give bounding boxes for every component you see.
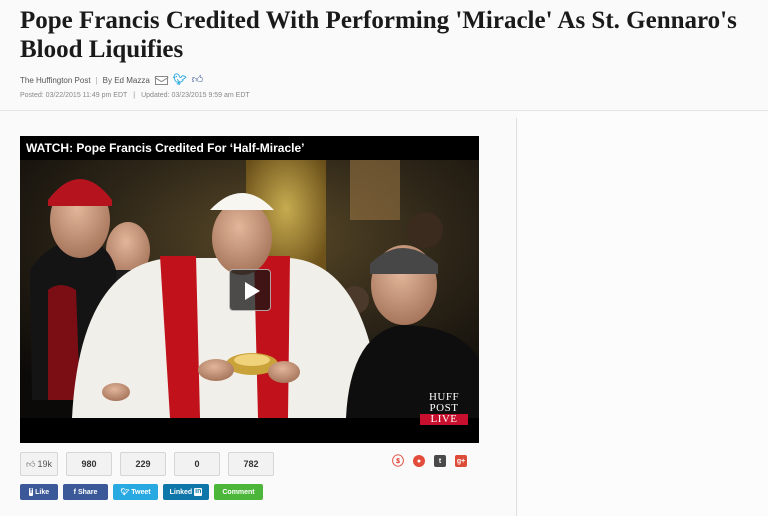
twitter-icon[interactable]: 🐦︎: [173, 74, 187, 86]
source-link[interactable]: The Huffington Post: [20, 76, 91, 85]
dates-separator: |: [133, 92, 136, 99]
share-buttons: f Like f Share 🐦︎ Tweet Linked in Commen…: [20, 484, 263, 500]
logo-line-3: LIVE: [420, 414, 468, 425]
linkedin-count: 0: [174, 452, 220, 476]
facebook-like-button[interactable]: f Like: [20, 484, 58, 500]
linkedin-share-button[interactable]: Linked in: [163, 484, 209, 500]
comment-count: 782: [228, 452, 274, 476]
twitter-bird-icon: 🐦︎: [120, 489, 130, 496]
social-icons: ⓢ ● t g+: [392, 455, 467, 467]
thumbs-up-icon: 👍︎: [26, 458, 36, 469]
email-icon[interactable]: [154, 75, 168, 85]
share-counts: 👍︎ 19k 980 229 0 782: [20, 452, 274, 476]
facebook-icon: f: [28, 488, 34, 496]
updated-date: Updated: 03/23/2015 9:59 am EDT: [141, 92, 250, 99]
header-divider: [0, 110, 768, 111]
article-dates: Posted: 03/22/2015 11:49 pm EDT | Update…: [20, 92, 250, 99]
facebook-like-count-value: 19k: [37, 459, 52, 469]
author-link[interactable]: By Ed Mazza: [103, 76, 150, 85]
comment-label: Comment: [222, 488, 255, 496]
column-divider: [516, 118, 517, 516]
byline-separator: |: [95, 75, 98, 85]
facebook-share-count: 980: [66, 452, 112, 476]
tweet-button[interactable]: 🐦︎ Tweet: [113, 484, 158, 500]
facebook-like-icon[interactable]: 👍︎: [192, 74, 204, 86]
right-column: [518, 112, 768, 516]
byline: The Huffington Post | By Ed Mazza 🐦︎ 👍︎: [20, 73, 203, 87]
linkedin-in-icon: in: [194, 488, 203, 496]
huffpost-live-logo: HUFF POST LIVE: [420, 392, 468, 425]
facebook-like-label: Like: [35, 488, 50, 496]
google-plus-icon[interactable]: g+: [455, 455, 467, 467]
reddit-icon[interactable]: ●: [413, 455, 425, 467]
tweet-label: Tweet: [131, 488, 151, 496]
video-control-bar: [20, 418, 479, 443]
facebook-like-count[interactable]: 👍︎ 19k: [20, 452, 58, 476]
facebook-share-icon: f: [73, 488, 76, 496]
facebook-share-label: Share: [77, 488, 98, 496]
video-title[interactable]: WATCH: Pope Francis Credited For ‘Half-M…: [20, 136, 479, 160]
video-player[interactable]: WATCH: Pope Francis Credited For ‘Half-M…: [20, 136, 479, 443]
twitter-count: 229: [120, 452, 166, 476]
comment-button[interactable]: Comment: [214, 484, 263, 500]
tumblr-icon[interactable]: t: [434, 455, 446, 467]
posted-date: Posted: 03/22/2015 11:49 pm EDT: [20, 92, 128, 99]
facebook-share-button[interactable]: f Share: [63, 484, 108, 500]
play-button[interactable]: [229, 269, 271, 311]
stumbleupon-icon[interactable]: ⓢ: [392, 455, 404, 467]
article-headline: Pope Francis Credited With Performing 'M…: [20, 7, 737, 63]
linkedin-label-prefix: Linked: [169, 488, 193, 496]
